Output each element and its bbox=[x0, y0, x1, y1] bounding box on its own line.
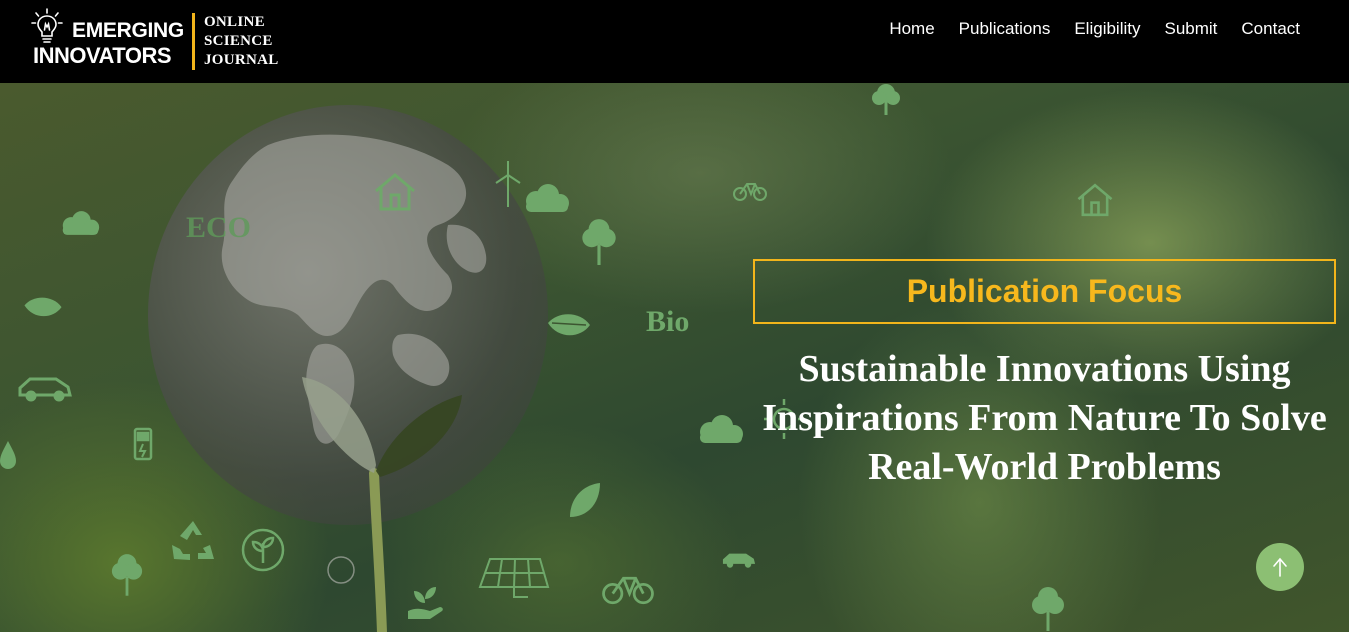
nav-home[interactable]: Home bbox=[889, 19, 934, 39]
logo-journal-line-3: JOURNAL bbox=[203, 51, 279, 68]
logo-line-innovators: INNOVATORS bbox=[33, 43, 172, 68]
cloud-icon-3 bbox=[700, 415, 743, 443]
bicycle-icon bbox=[733, 183, 767, 201]
recycle-icon bbox=[172, 521, 214, 560]
leaf-icon-2 bbox=[24, 297, 62, 317]
tree-icon-3 bbox=[111, 554, 143, 596]
house-icon-2 bbox=[1077, 183, 1113, 217]
logo-divider bbox=[191, 12, 195, 70]
tree-icon bbox=[872, 84, 900, 115]
bicycle-icon-2 bbox=[602, 576, 654, 605]
site-header: EMERGING INNOVATORS ONLINE SCIENCE JOURN… bbox=[0, 0, 1349, 83]
nav-publications[interactable]: Publications bbox=[959, 19, 1051, 39]
tree-icon-4 bbox=[1032, 587, 1064, 631]
cloud-icon bbox=[526, 184, 569, 212]
logo-wordmark: EMERGING INNOVATORS bbox=[30, 13, 184, 69]
scroll-to-top-button[interactable] bbox=[1256, 543, 1304, 591]
house-icon bbox=[375, 173, 415, 211]
solar-panel-icon bbox=[478, 558, 550, 598]
sprout-image bbox=[302, 377, 462, 632]
nav-submit[interactable]: Submit bbox=[1164, 19, 1217, 39]
logo-journal-text: ONLINE SCIENCE JOURNAL bbox=[204, 13, 279, 70]
globe-plant-icon bbox=[241, 528, 285, 572]
nav-contact[interactable]: Contact bbox=[1241, 19, 1300, 39]
leaf-icon-3 bbox=[570, 483, 600, 517]
eco-badge: ECO bbox=[186, 211, 252, 244]
bio-badge: Bio bbox=[646, 305, 690, 338]
logo-journal-line-2: SCIENCE bbox=[203, 32, 273, 49]
hero-banner: ECO Bio Publication Focus Sustainable In… bbox=[0, 83, 1349, 632]
nav-eligibility[interactable]: Eligibility bbox=[1074, 19, 1140, 39]
cloud-icon-2 bbox=[62, 211, 100, 235]
logo-line-emerging: EMERGING bbox=[72, 19, 184, 42]
ev-charger-icon bbox=[133, 427, 153, 461]
hero-title: Sustainable Innovations Using Inspiratio… bbox=[762, 348, 1327, 488]
main-nav: Home Publications Eligibility Submit Con… bbox=[865, 19, 1300, 39]
publication-focus-label: Publication Focus bbox=[906, 273, 1183, 309]
publication-focus-box: Publication Focus bbox=[753, 259, 1336, 324]
logo-journal-line-1: ONLINE bbox=[203, 13, 265, 30]
site-logo[interactable]: EMERGING INNOVATORS ONLINE SCIENCE JOURN… bbox=[30, 8, 279, 74]
car-icon bbox=[18, 377, 72, 402]
tree-icon-2 bbox=[582, 219, 616, 265]
leaf-icon bbox=[548, 314, 590, 336]
arrow-up-icon bbox=[1273, 557, 1287, 577]
water-drop-icon bbox=[0, 441, 16, 469]
car-icon-2 bbox=[722, 553, 756, 568]
